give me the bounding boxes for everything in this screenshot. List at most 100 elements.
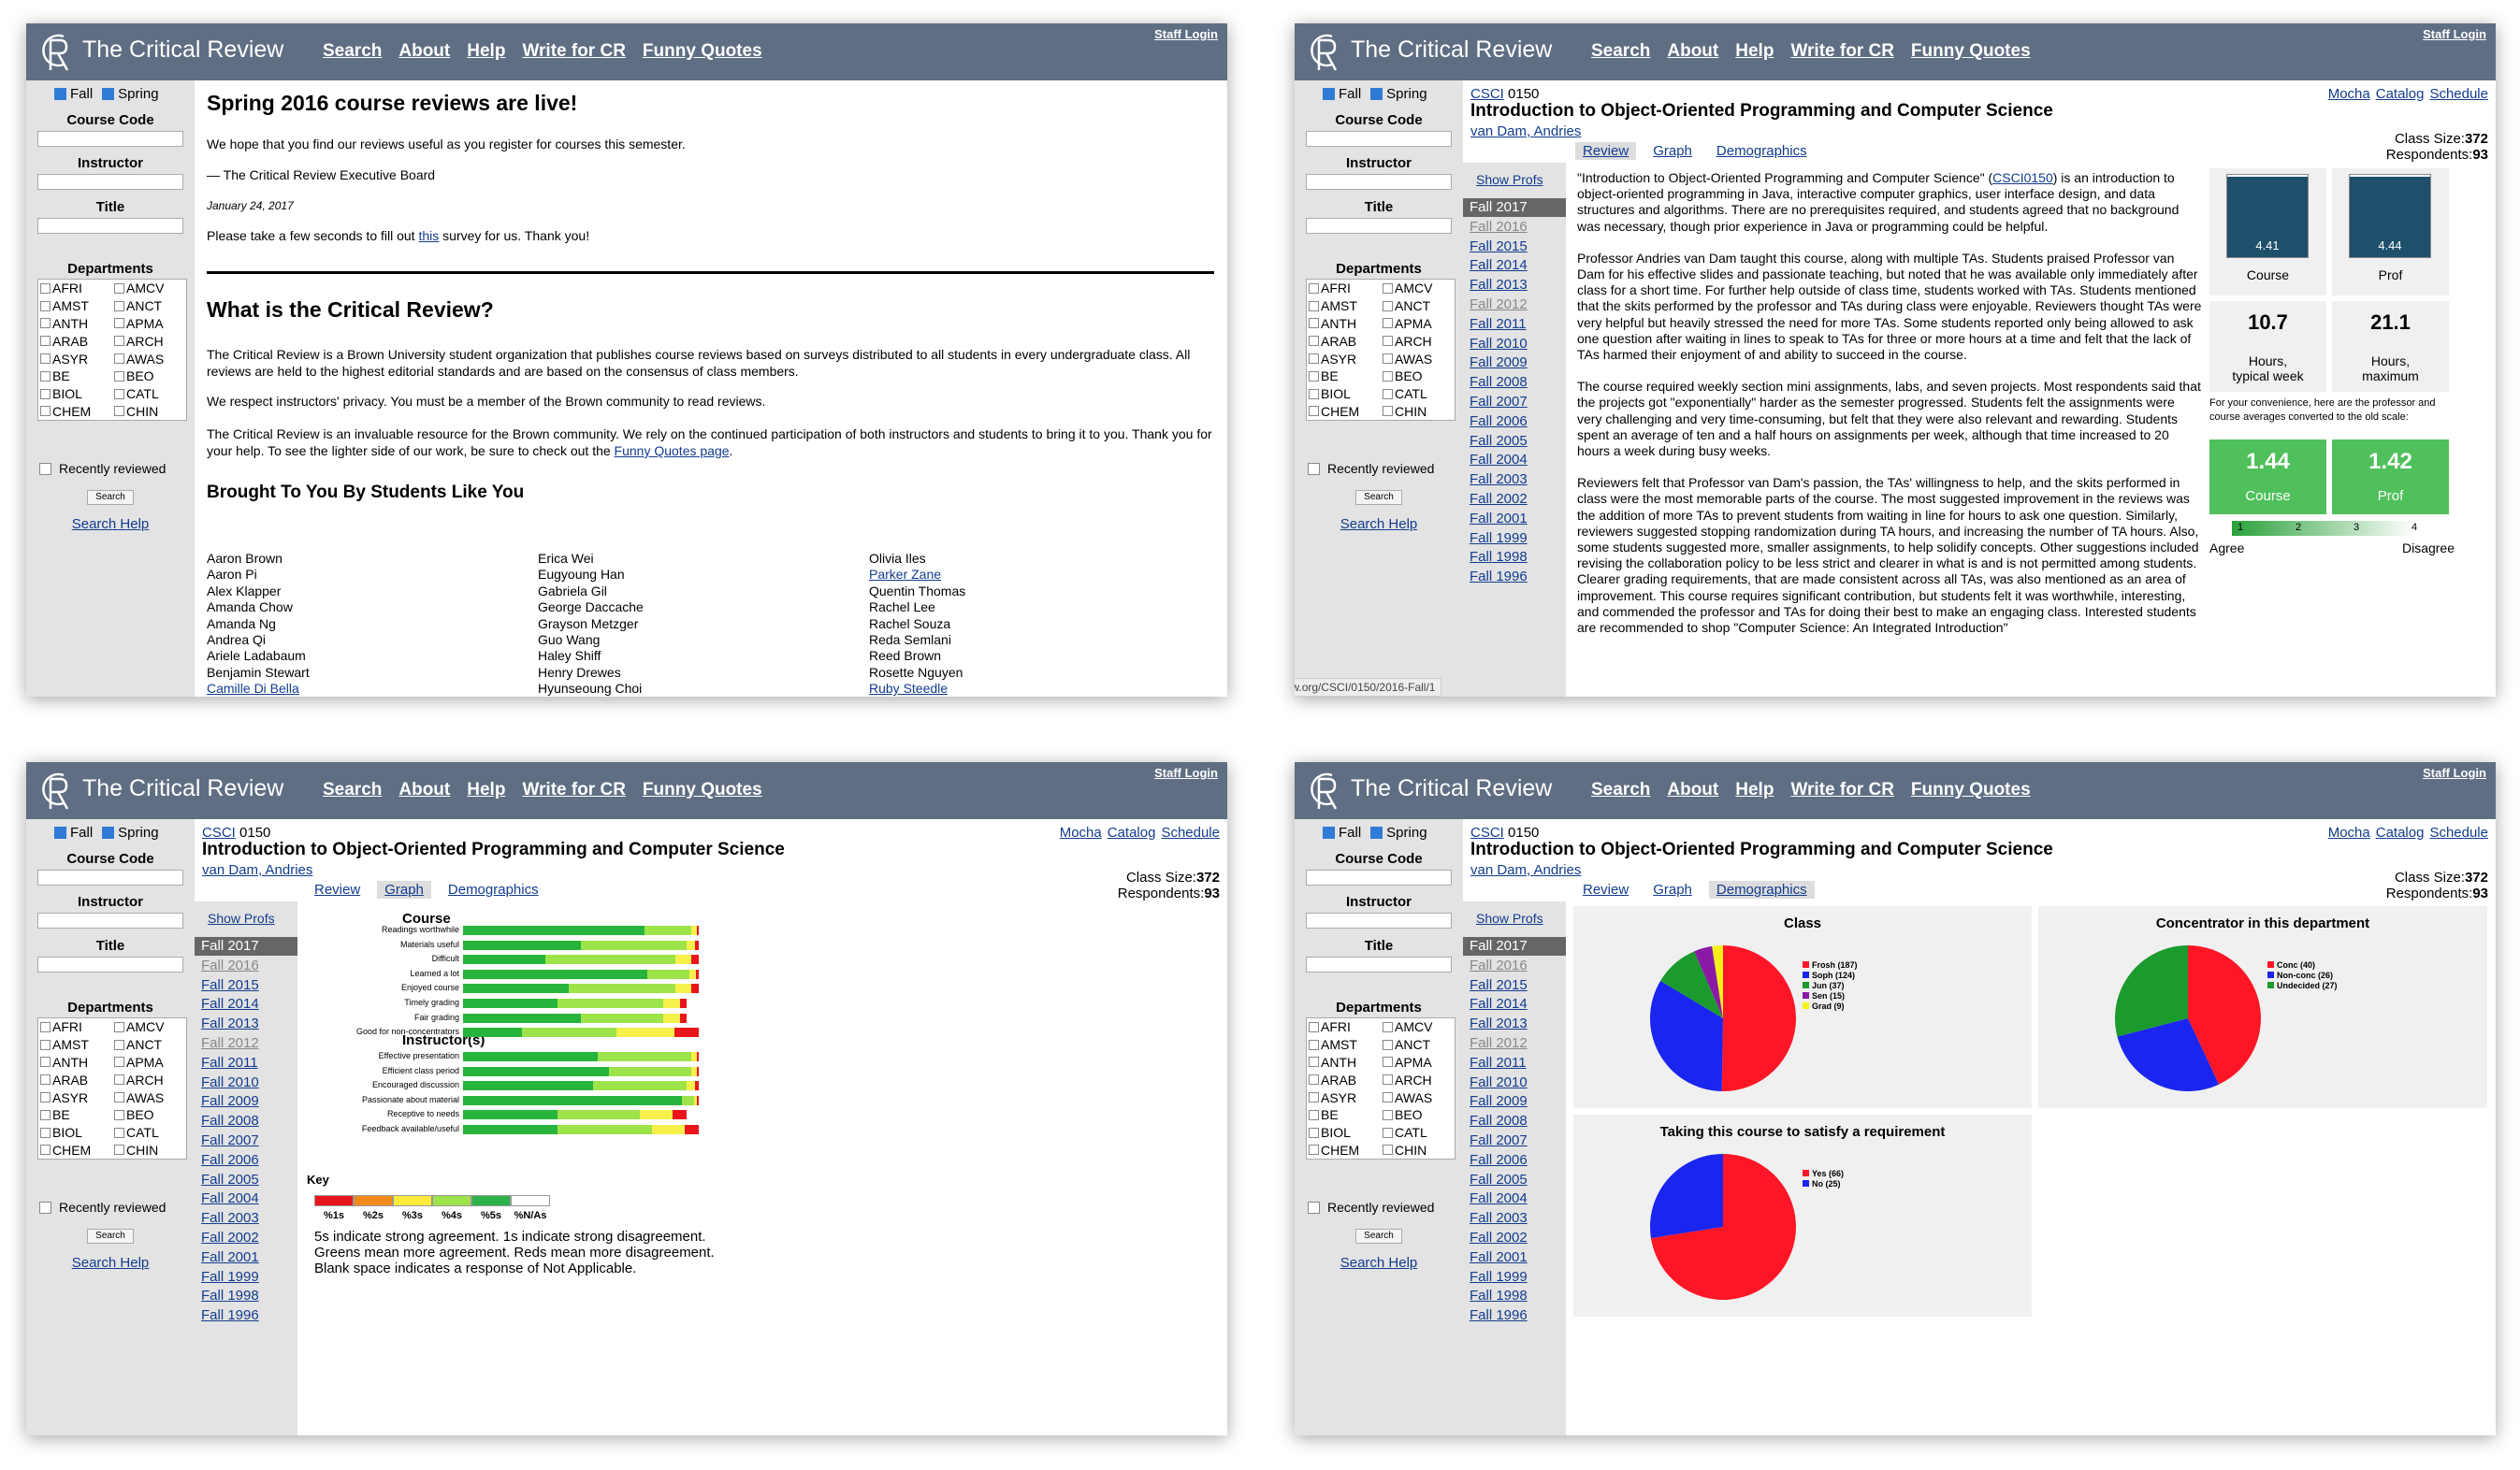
fall-checkbox[interactable] xyxy=(54,827,66,839)
brand-title[interactable]: The Critical Review xyxy=(82,36,283,64)
semester-item[interactable]: Fall 2012 xyxy=(195,1034,297,1053)
dept-option[interactable]: AMST xyxy=(38,1037,112,1052)
dept-checkbox[interactable] xyxy=(1383,1021,1393,1032)
title-input[interactable] xyxy=(1306,218,1452,234)
dept-link[interactable]: CSCI xyxy=(1470,825,1504,841)
dept-option[interactable]: ANCT xyxy=(1381,298,1455,313)
cr-logo-icon[interactable] xyxy=(1304,27,1341,76)
search-help-link[interactable]: Search Help xyxy=(26,1255,195,1271)
schedule-link[interactable]: Schedule xyxy=(2429,86,2488,102)
dept-checkbox[interactable] xyxy=(40,353,51,365)
dept-option[interactable]: ARCH xyxy=(112,334,186,349)
dept-checkbox[interactable] xyxy=(114,336,124,347)
departments-list[interactable]: AFRI AMCV AMST ANCT ANTH APMA ARAB ARCH ASYR AWAS… xyxy=(1306,1017,1456,1160)
recently-reviewed-checkbox[interactable] xyxy=(1308,462,1320,475)
catalog-link[interactable]: Catalog xyxy=(1108,825,1156,841)
semester-item[interactable]: Fall 2017 xyxy=(195,937,297,956)
dept-option[interactable]: AWAS xyxy=(1381,352,1455,367)
dept-checkbox[interactable] xyxy=(1383,370,1393,382)
dept-checkbox[interactable] xyxy=(1309,336,1319,347)
semester-item[interactable]: Fall 2014 xyxy=(195,995,297,1014)
instructor-input[interactable] xyxy=(37,913,183,929)
dept-option[interactable]: BE xyxy=(1307,1107,1381,1122)
schedule-link[interactable]: Schedule xyxy=(2429,825,2488,841)
search-button[interactable]: Search xyxy=(87,1229,134,1244)
spring-checkbox[interactable] xyxy=(1370,88,1383,100)
fall-checkbox[interactable] xyxy=(54,88,66,100)
dept-option[interactable]: BEO xyxy=(1381,368,1455,383)
semester-item[interactable]: Fall 2006 xyxy=(195,1151,297,1170)
recently-reviewed-option[interactable]: Recently reviewed xyxy=(39,461,166,476)
semester-item[interactable]: Fall 1998 xyxy=(1463,1287,1566,1305)
nav-write-for-cr[interactable]: Write for CR xyxy=(1790,41,1893,62)
nav-search[interactable]: Search xyxy=(323,780,382,800)
semester-item[interactable]: Fall 2004 xyxy=(1463,1189,1566,1208)
dept-checkbox[interactable] xyxy=(114,1092,124,1103)
dept-checkbox[interactable] xyxy=(40,370,51,382)
catalog-link[interactable]: Catalog xyxy=(2376,825,2425,841)
dept-option[interactable]: CHIN xyxy=(112,404,186,419)
brand-title[interactable]: The Critical Review xyxy=(1351,775,1552,802)
semester-item[interactable]: Fall 2010 xyxy=(1463,335,1566,353)
dept-checkbox[interactable] xyxy=(1309,370,1319,382)
dept-checkbox[interactable] xyxy=(1309,318,1319,329)
semester-item[interactable]: Fall 2009 xyxy=(1463,1092,1566,1111)
search-help-link[interactable]: Search Help xyxy=(26,516,195,532)
nav-funny-quotes[interactable]: Funny Quotes xyxy=(1911,780,2031,800)
dept-option[interactable]: BIOL xyxy=(1307,1125,1381,1140)
schedule-link[interactable]: Schedule xyxy=(1161,825,1220,841)
dept-option[interactable]: AMCV xyxy=(1381,1019,1455,1034)
funny-quotes-link[interactable]: Funny Quotes page xyxy=(615,443,730,458)
semester-item[interactable]: Fall 1999 xyxy=(1463,1268,1566,1287)
semester-item[interactable]: Fall 2011 xyxy=(1463,315,1566,334)
dept-option[interactable]: AMST xyxy=(38,298,112,313)
dept-checkbox[interactable] xyxy=(1309,1074,1319,1086)
fall-checkbox[interactable] xyxy=(1323,827,1335,839)
dept-option[interactable]: AMST xyxy=(1307,1037,1381,1052)
semester-item[interactable]: Fall 2012 xyxy=(1463,295,1566,314)
semester-item[interactable]: Fall 2008 xyxy=(1463,1112,1566,1131)
tab-review[interactable]: Review xyxy=(307,881,368,899)
title-input[interactable] xyxy=(37,957,183,973)
dept-checkbox[interactable] xyxy=(40,1127,51,1138)
semester-item[interactable]: Fall 1996 xyxy=(1463,568,1566,586)
search-button[interactable]: Search xyxy=(1355,1229,1402,1244)
dept-option[interactable]: CHIN xyxy=(1381,404,1455,419)
semester-item[interactable]: Fall 2007 xyxy=(1463,393,1566,411)
dept-checkbox[interactable] xyxy=(1383,1074,1393,1086)
dept-option[interactable]: CHEM xyxy=(38,1143,112,1158)
dept-option[interactable]: ARCH xyxy=(1381,1073,1455,1088)
dept-option[interactable]: AWAS xyxy=(112,1090,186,1105)
nav-about[interactable]: About xyxy=(1667,780,1718,800)
nav-write-for-cr[interactable]: Write for CR xyxy=(522,41,625,62)
tab-demographics[interactable]: Demographics xyxy=(1709,142,1815,160)
dept-checkbox[interactable] xyxy=(1309,1092,1319,1103)
fall-checkbox[interactable] xyxy=(1323,88,1335,100)
mocha-link[interactable]: Mocha xyxy=(2328,825,2370,841)
dept-option[interactable]: ASYR xyxy=(38,1090,112,1105)
dept-option[interactable]: AFRI xyxy=(38,281,112,295)
dept-option[interactable]: ANTH xyxy=(1307,316,1381,331)
dept-option[interactable]: CHEM xyxy=(1307,1143,1381,1158)
dept-checkbox[interactable] xyxy=(114,1039,124,1050)
dept-checkbox[interactable] xyxy=(40,1109,51,1120)
dept-option[interactable]: APMA xyxy=(112,316,186,331)
dept-option[interactable]: CATL xyxy=(112,1125,186,1140)
dept-checkbox[interactable] xyxy=(1309,300,1319,311)
nav-about[interactable]: About xyxy=(398,41,450,62)
dept-option[interactable]: APMA xyxy=(112,1055,186,1070)
title-input[interactable] xyxy=(1306,957,1452,973)
dept-link[interactable]: CSCI xyxy=(1470,86,1504,102)
tab-graph[interactable]: Graph xyxy=(1645,881,1700,899)
search-help-link[interactable]: Search Help xyxy=(1295,1255,1463,1271)
professor-link[interactable]: van Dam, Andries xyxy=(202,862,312,878)
dept-option[interactable]: AWAS xyxy=(1381,1090,1455,1105)
dept-option[interactable]: ASYR xyxy=(1307,352,1381,367)
semester-item[interactable]: Fall 2013 xyxy=(1463,1015,1566,1033)
dept-option[interactable]: ARAB xyxy=(1307,1073,1381,1088)
recently-reviewed-option[interactable]: Recently reviewed xyxy=(39,1200,166,1215)
survey-link[interactable]: this xyxy=(418,228,439,243)
nav-funny-quotes[interactable]: Funny Quotes xyxy=(1911,41,2031,62)
dept-checkbox[interactable] xyxy=(40,1021,51,1032)
dept-checkbox[interactable] xyxy=(1309,1039,1319,1050)
